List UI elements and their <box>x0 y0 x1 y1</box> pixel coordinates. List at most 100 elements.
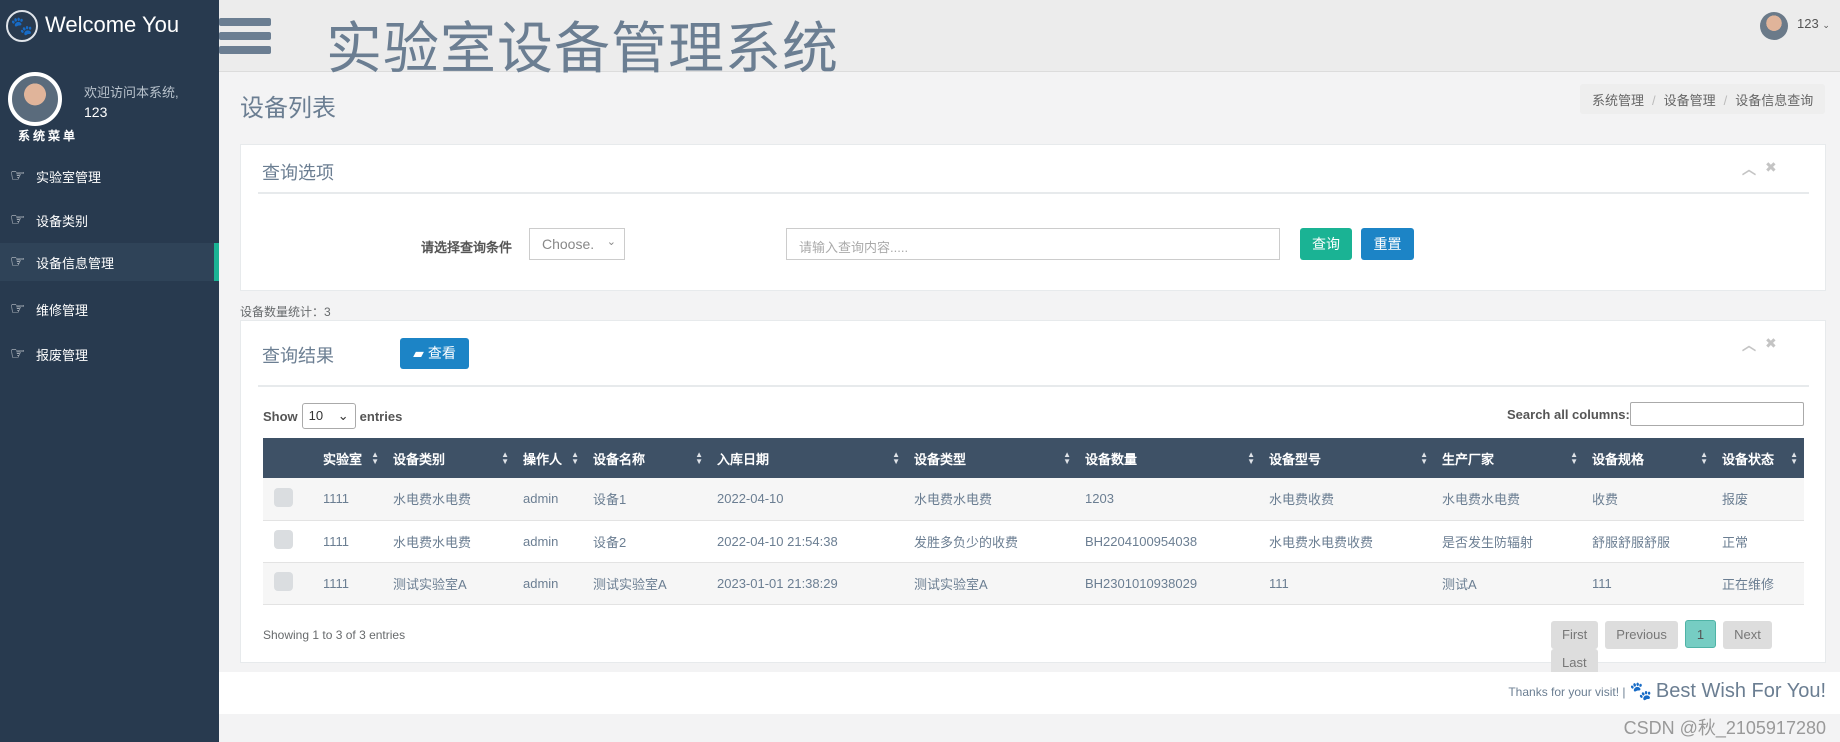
sidebar-item-label: 设备类别 <box>36 213 89 229</box>
results-panel-title: 查询结果 <box>262 346 334 366</box>
table-cell: 测试A <box>1434 562 1584 605</box>
column-header[interactable]: 设备状态 ▲ ▼ <box>1714 438 1804 478</box>
entries-length: Show 10 ⌄ entries <box>263 403 402 429</box>
footer: Thanks for your visit! | 🐾 Best Wish For… <box>219 672 1840 714</box>
view-button[interactable]: ▰ 查看 <box>400 338 469 369</box>
sidebar-item-repair[interactable]: ☞ 维修管理 <box>0 289 219 329</box>
chevron-down-icon: ⌄ <box>606 236 616 248</box>
paw-icon: 🐾 <box>1629 681 1652 701</box>
column-header[interactable]: 设备类型 ▲ ▼ <box>906 438 1077 478</box>
collapse-icon[interactable]: ︿ <box>1742 159 1756 179</box>
column-header-label: 设备数量 <box>1085 451 1138 467</box>
breadcrumb-item: 设备信息查询 <box>1735 93 1814 108</box>
column-header[interactable]: 设备型号 ▲ ▼ <box>1261 438 1434 478</box>
query-condition-label: 请选择查询条件 <box>421 240 513 255</box>
user-avatar[interactable] <box>1760 12 1788 40</box>
sort-icon[interactable]: ▲ ▼ <box>1247 451 1255 466</box>
hand-point-icon: ☞ <box>10 252 26 271</box>
watermark: CSDN @秋_2105917280 <box>1623 718 1826 738</box>
table-info: Showing 1 to 3 of 3 entries <box>263 628 406 642</box>
column-header[interactable]: 入库日期 ▲ ▼ <box>709 438 906 478</box>
hand-point-icon: ☞ <box>10 166 26 185</box>
page-button-next[interactable]: Next <box>1723 621 1772 649</box>
column-header-label: 设备型号 <box>1269 451 1322 467</box>
row-checkbox[interactable] <box>274 487 293 507</box>
table-cell: 发胜多负少的收费 <box>906 520 1077 563</box>
username: 123 <box>84 104 108 120</box>
table-row[interactable]: 1111 水电费水电费 admin 设备2 2022-04-10 21:54:38 发胜多… <box>263 520 1804 563</box>
table-cell: 正常 <box>1714 520 1804 563</box>
table-cell: 水电费水电费 <box>385 520 515 563</box>
row-checkbox[interactable] <box>274 530 293 549</box>
table-header-row: 实验室 ▲ ▼ 设备类别 ▲ ▼ 操作人 ▲ ▼ 设备名称 ▲ ▼ 入库日期 ▲ ▼ 设备类型 ▲ ▼ 设备数量 ▲ ▼… <box>263 438 1804 478</box>
sort-icon[interactable]: ▲ ▼ <box>371 451 379 466</box>
sort-icon[interactable]: ▲ ▼ <box>695 451 703 466</box>
page-button-previous[interactable]: Previous <box>1605 621 1678 649</box>
column-header[interactable]: 生产厂家 ▲ ▼ <box>1434 438 1584 478</box>
sort-icon[interactable]: ▲ ▼ <box>1790 451 1798 466</box>
table-cell: 水电费水电费 <box>1434 478 1584 521</box>
column-header[interactable]: 设备名称 ▲ ▼ <box>585 438 709 478</box>
breadcrumb-item[interactable]: 系统管理 <box>1592 93 1644 108</box>
sidebar-item-scrap[interactable]: ☞ 报废管理 <box>0 334 219 374</box>
breadcrumb-item[interactable]: 设备管理 <box>1664 93 1716 108</box>
page-button-1[interactable]: 1 <box>1684 620 1717 648</box>
entries-select[interactable]: 10 ⌄ <box>301 403 356 429</box>
sidebar-item-label: 实验室管理 <box>36 169 102 185</box>
close-icon[interactable]: ✖ <box>1765 335 1777 352</box>
column-header-label: 生产厂家 <box>1442 451 1495 467</box>
hamburger-menu-icon[interactable] <box>219 18 271 60</box>
condition-select[interactable]: Choose. ⌄ <box>529 228 625 260</box>
column-header-label: 操作人 <box>523 451 563 467</box>
chevron-down-icon: ⌄ <box>337 408 349 423</box>
table-cell: admin <box>515 520 585 563</box>
view-button-label: 查看 <box>427 345 456 361</box>
column-header-label: 设备名称 <box>593 451 646 467</box>
table-cell: 1203 <box>1077 478 1261 521</box>
table-cell: BH2204100954038 <box>1077 520 1261 563</box>
sidebar-item-label: 报废管理 <box>36 347 89 363</box>
page-button-first[interactable]: First <box>1551 621 1599 649</box>
table-cell: 舒服舒服舒服 <box>1584 520 1714 563</box>
sort-icon[interactable]: ▲ ▼ <box>501 451 509 466</box>
select-value: Choose. <box>542 236 595 252</box>
sidebar-item-device-info[interactable]: ☞ 设备信息管理 <box>0 243 219 281</box>
sort-icon[interactable]: ▲ ▼ <box>1570 451 1578 466</box>
sidebar-item-category[interactable]: ☞ 设备类别 <box>0 200 219 240</box>
close-icon[interactable]: ✖ <box>1765 159 1777 176</box>
welcome-text: 欢迎访问本系统, <box>84 85 179 100</box>
search-button[interactable]: 查询 <box>1300 228 1352 260</box>
table-cell: 测试实验室A <box>906 562 1077 605</box>
query-panel-title: 查询选项 <box>262 163 334 183</box>
sort-icon[interactable]: ▲ ▼ <box>1700 451 1708 466</box>
page-title: 设备列表 <box>240 95 336 122</box>
column-header[interactable]: 设备数量 ▲ ▼ <box>1077 438 1261 478</box>
collapse-icon[interactable]: ︿ <box>1742 335 1756 355</box>
results-table: 实验室 ▲ ▼ 设备类别 ▲ ▼ 操作人 ▲ ▼ 设备名称 ▲ ▼ 入库日期 ▲ ▼ 设备类型 ▲ ▼ 设备数量 ▲ ▼… <box>263 438 1804 605</box>
row-checkbox[interactable] <box>274 572 293 591</box>
column-header[interactable]: 操作人 ▲ ▼ <box>515 438 585 478</box>
table-row[interactable]: 1111 测试实验室A admin 测试实验室A 2023-01-01 21:38:29… <box>263 562 1804 605</box>
hand-point-icon: ☞ <box>10 210 26 229</box>
sidebar-item-lab[interactable]: ☞ 实验室管理 <box>0 156 219 196</box>
column-header[interactable]: 实验室 ▲ ▼ <box>315 438 385 478</box>
sort-icon[interactable]: ▲ ▼ <box>892 451 900 466</box>
sort-icon[interactable]: ▲ ▼ <box>1063 451 1071 466</box>
user-dropdown[interactable]: 123 ⌄ <box>1797 16 1830 31</box>
search-all-input[interactable] <box>1630 402 1804 426</box>
reset-button[interactable]: 重置 <box>1361 228 1414 260</box>
table-row[interactable]: 1111 水电费水电费 admin 设备1 2022-04-10 水电费水电费 1203 水电… <box>263 478 1804 521</box>
row-checkbox-cell <box>263 520 315 563</box>
sort-icon[interactable]: ▲ ▼ <box>1420 451 1428 466</box>
table-cell: 收费 <box>1584 478 1714 521</box>
results-panel: 查询结果 ▰ 查看 ︿ ✖ Show 10 ⌄ entries Search a… <box>240 320 1826 677</box>
column-header[interactable]: 设备规格 ▲ ▼ <box>1584 438 1714 478</box>
sort-icon[interactable]: ▲ ▼ <box>571 451 579 466</box>
hand-point-icon: ☞ <box>10 344 26 363</box>
query-input[interactable]: 请输入查询内容..... <box>786 228 1280 260</box>
column-header[interactable]: 设备类别 ▲ ▼ <box>385 438 515 478</box>
table-cell: 2022-04-10 <box>709 478 906 521</box>
column-header-label: 实验室 <box>323 451 363 467</box>
sidebar-item-label: 维修管理 <box>36 302 89 318</box>
hand-point-icon: ☞ <box>10 299 26 318</box>
